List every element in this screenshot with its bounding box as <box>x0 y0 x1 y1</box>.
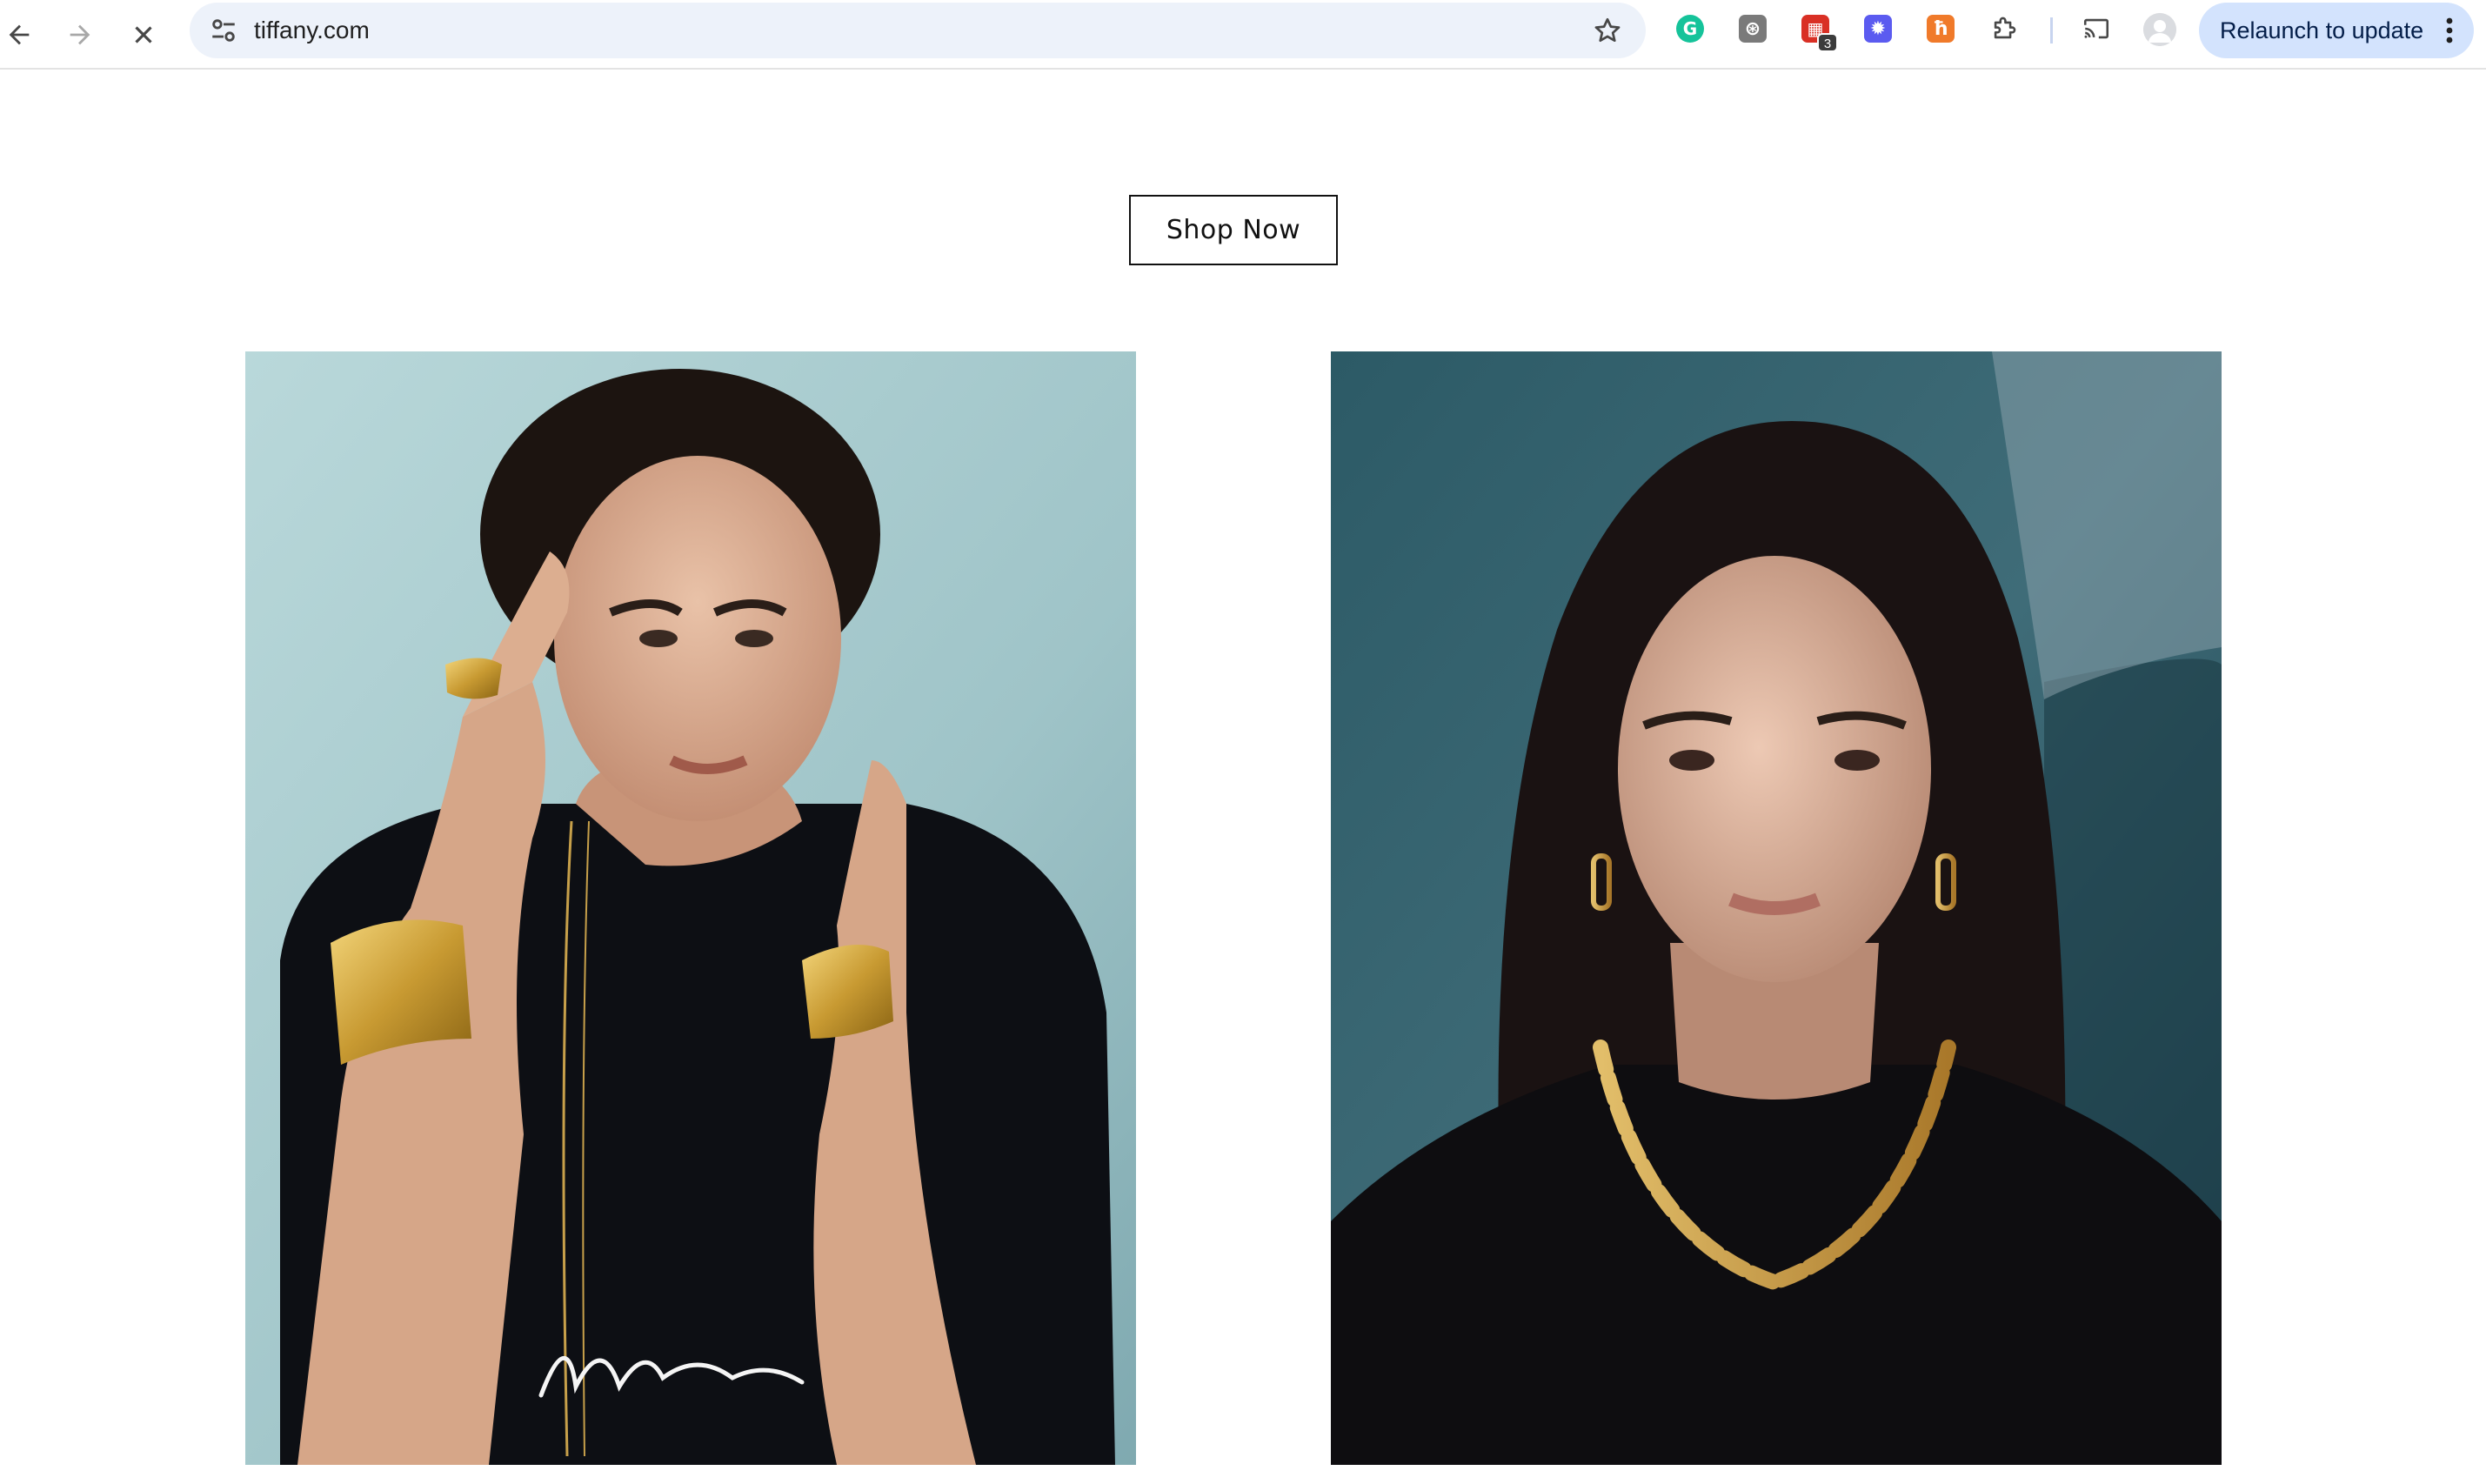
toolbar-divider <box>2050 17 2053 43</box>
extensions-puzzle-button[interactable] <box>1988 13 2020 44</box>
extension-badge-count: 3 <box>1817 33 1838 52</box>
puzzle-icon <box>1994 17 2016 39</box>
relaunch-to-update-button[interactable]: Relaunch to update <box>2199 3 2474 58</box>
grammarly-logo-icon: G <box>1676 15 1704 43</box>
cast-button[interactable] <box>2081 13 2112 44</box>
grammarly-extension-icon[interactable]: G <box>1674 13 1706 44</box>
gray-extension-icon[interactable]: ⊛ <box>1737 13 1768 44</box>
back-button[interactable] <box>0 10 43 59</box>
cast-icon <box>2083 18 2109 39</box>
purple-extension-logo-icon: ✹ <box>1864 15 1892 43</box>
relaunch-label: Relaunch to update <box>2220 17 2424 43</box>
profile-avatar-icon <box>2143 13 2176 46</box>
browser-toolbar: tiffany.com G ⊛ ▦ 3 ✹ ħ Relaunch to upda… <box>0 0 2486 70</box>
stop-loading-button[interactable] <box>119 10 168 59</box>
back-arrow-icon <box>9 24 30 45</box>
elsa-peretti-campaign-photo[interactable] <box>245 351 1136 1465</box>
more-menu-icon[interactable] <box>2444 17 2455 44</box>
url-text[interactable]: tiffany.com <box>254 3 370 58</box>
campaign-image-right <box>1331 351 2222 1465</box>
forward-button[interactable] <box>56 10 104 59</box>
hardwear-campaign-photo[interactable] <box>1331 351 2222 1465</box>
bookmark-star-icon[interactable] <box>1592 15 1623 46</box>
gray-extension-logo-icon: ⊛ <box>1739 15 1767 43</box>
close-icon <box>135 26 152 43</box>
forward-arrow-icon <box>70 24 90 45</box>
profile-avatar[interactable] <box>2143 13 2176 46</box>
orange-extension-icon[interactable]: ħ <box>1925 13 1956 44</box>
calendar-extension-icon[interactable]: ▦ 3 <box>1800 13 1838 52</box>
shop-now-button[interactable]: Shop Now <box>1129 195 1338 265</box>
purple-extension-icon[interactable]: ✹ <box>1862 13 1894 44</box>
orange-extension-logo-icon: ħ <box>1927 15 1955 43</box>
site-settings-icon[interactable] <box>209 16 238 45</box>
address-bar[interactable]: tiffany.com <box>190 3 1646 58</box>
campaign-image-left <box>245 351 1136 1465</box>
